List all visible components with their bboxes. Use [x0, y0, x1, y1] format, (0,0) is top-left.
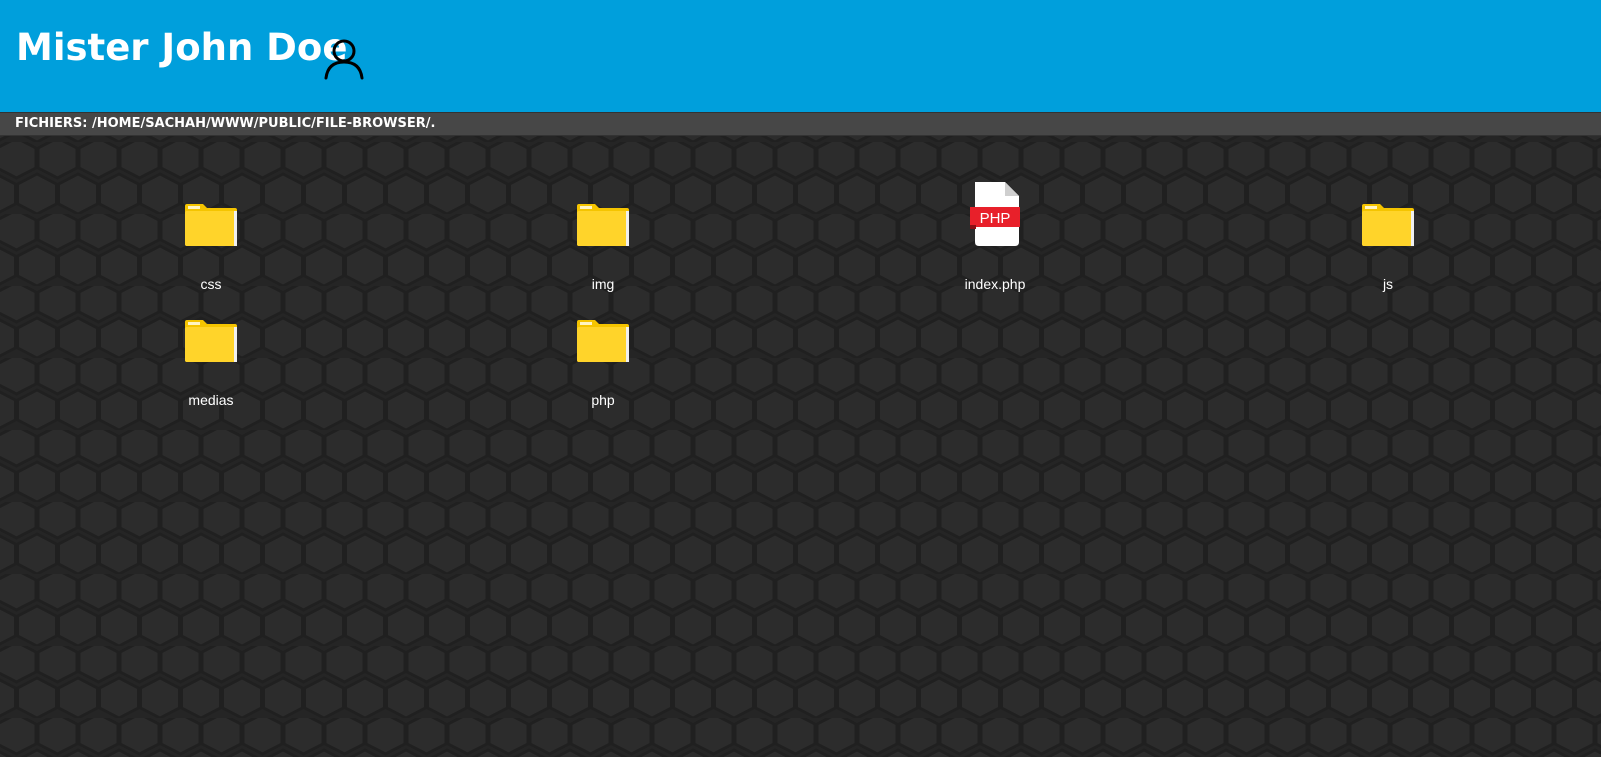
php-file-icon: PHP	[970, 182, 1020, 246]
current-path: FICHIERS: /HOME/SACHAH/WWW/PUBLIC/FILE-B…	[15, 116, 436, 131]
php-badge: PHP	[980, 210, 1011, 227]
file-name: css	[200, 276, 222, 292]
folder-icon	[577, 320, 629, 362]
file-grid-area: css img PHP index.php js medias php	[0, 136, 1601, 757]
file-name: medias	[188, 392, 234, 408]
file-name: php	[591, 392, 615, 408]
file-item-medias[interactable]: medias	[151, 318, 271, 408]
file-item-css[interactable]: css	[151, 202, 271, 292]
file-name: index.php	[964, 276, 1026, 292]
file-item-js[interactable]: js	[1328, 202, 1448, 292]
app-header: Mister John Doe	[0, 0, 1601, 112]
folder-icon	[185, 204, 237, 246]
folder-icon	[1362, 204, 1414, 246]
file-item-img[interactable]: img	[543, 202, 663, 292]
file-item-index-php[interactable]: PHP index.php	[935, 182, 1055, 292]
user-icon[interactable]	[322, 36, 366, 80]
file-name: js	[1382, 276, 1394, 292]
file-item-php[interactable]: php	[543, 318, 663, 408]
folder-icon	[185, 320, 237, 362]
file-name: img	[591, 276, 615, 292]
user-name-title: Mister John Doe	[16, 26, 348, 69]
folder-icon	[577, 204, 629, 246]
path-bar: FICHIERS: /HOME/SACHAH/WWW/PUBLIC/FILE-B…	[0, 112, 1601, 136]
